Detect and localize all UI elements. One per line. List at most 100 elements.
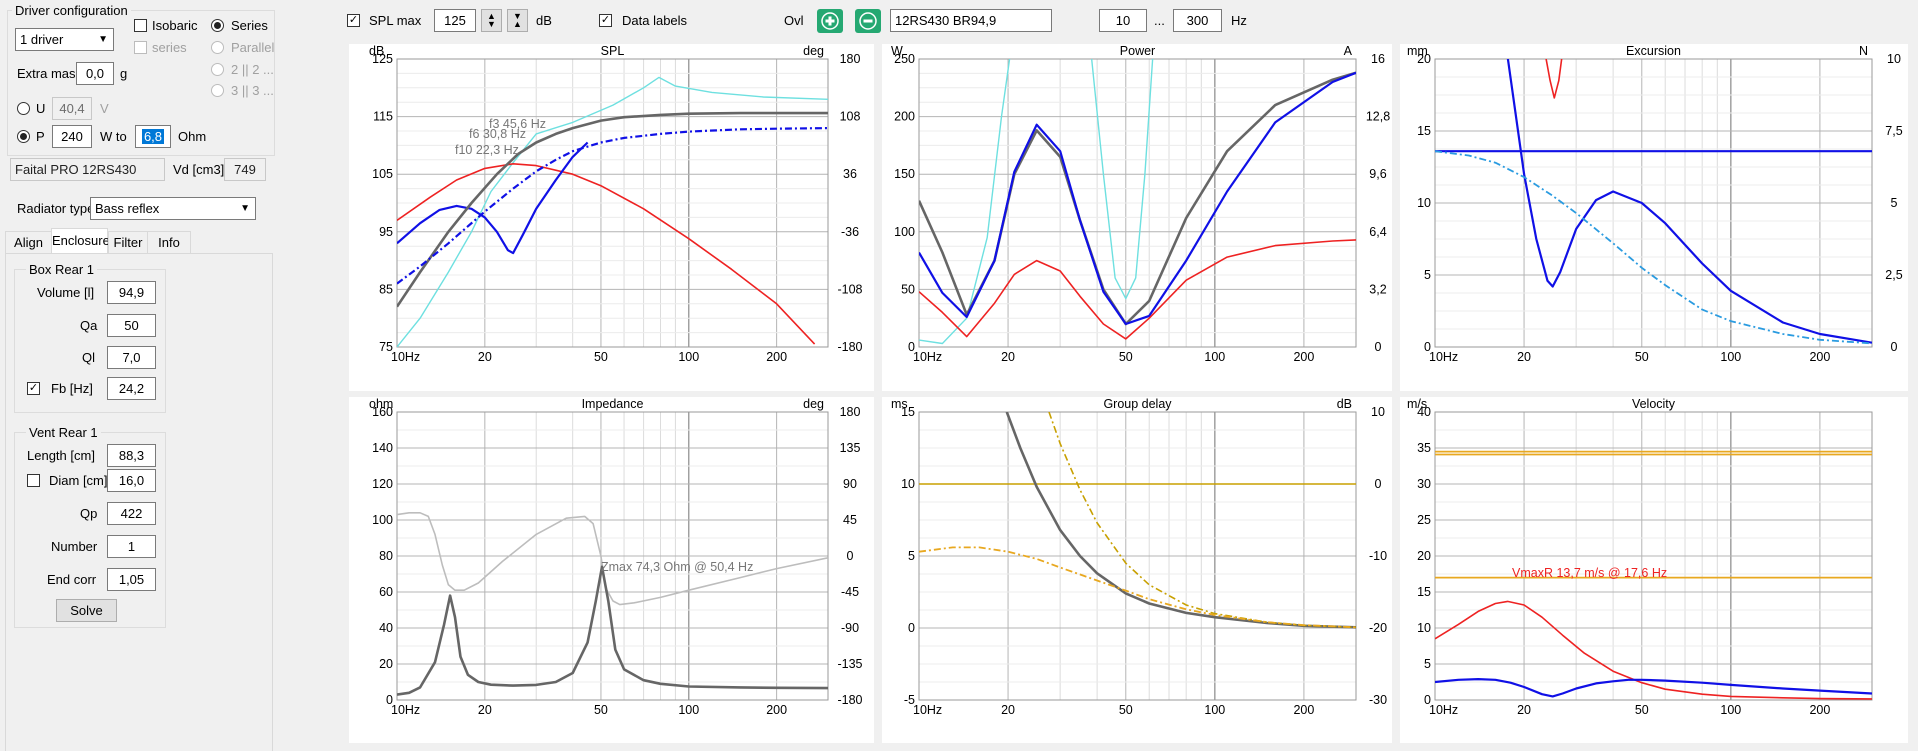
number-input[interactable]: 1 [107, 535, 156, 558]
y2-tick-label: -30 [1369, 693, 1387, 707]
length-input[interactable]: 88,3 [107, 444, 156, 467]
x-tick-label: 10Hz [391, 703, 420, 717]
y2-tick-label: 0 [1375, 340, 1382, 354]
x-tick-label: 50 [1635, 350, 1649, 364]
tab-filter[interactable]: Filter [108, 231, 148, 253]
spin-hourglass-button[interactable]: ▼ ▲ [507, 9, 528, 32]
y2-tick-label: 16 [1371, 52, 1385, 66]
end-corr-input[interactable]: 1,05 [107, 568, 156, 591]
u-input[interactable]: 40,4 [52, 97, 92, 120]
y-tick-label: 5 [908, 549, 915, 563]
series-radio[interactable] [211, 19, 224, 32]
y-tick-label: 200 [894, 110, 915, 124]
spin-up-down-button[interactable]: ▲ ▼ [481, 9, 502, 32]
diam-label: Diam [cm] [49, 473, 108, 488]
volume-input[interactable]: 94,9 [107, 281, 156, 304]
datalabels-checkbox[interactable]: ✓ [599, 14, 612, 27]
y-tick-label: 40 [379, 621, 393, 635]
chevron-down-icon: ▼ [98, 34, 108, 45]
splmax-checkbox[interactable]: ✓ [347, 14, 360, 27]
driver-config-title: Driver configuration [12, 3, 131, 18]
excursion-chart[interactable]: Excursion mm N 20 15 10 5 0 10 7,5 5 2,5 0 10Hz 20 50 10… [1400, 44, 1908, 391]
spin-down-icon: ▼ [487, 19, 496, 29]
p-input[interactable]: 240 [52, 125, 92, 148]
tab-align[interactable]: Align [5, 231, 52, 253]
vd-field: 749 [224, 158, 266, 181]
y2-tick-label: 9,6 [1369, 167, 1386, 181]
spl-series-1 [397, 163, 816, 345]
parallel-radio[interactable] [211, 41, 224, 54]
y-tick-label: 60 [379, 585, 393, 599]
radiator-type-select[interactable]: Bass reflex ▼ [90, 197, 256, 220]
y-tick-label: 40 [1417, 405, 1431, 419]
spin-hourglass-bottom-icon: ▲ [513, 19, 522, 29]
diam-checkbox[interactable] [27, 474, 40, 487]
freq-min-input[interactable]: 10 [1099, 9, 1147, 32]
opt-3p3-radio[interactable] [211, 84, 224, 97]
y2-tick-label: 90 [843, 477, 857, 491]
y-tick-label: 250 [894, 52, 915, 66]
fb-input[interactable]: 24,2 [107, 377, 156, 400]
p-radio[interactable] [17, 130, 30, 143]
ohm-input[interactable]: 6,8 [135, 125, 171, 148]
y-tick-label: 10 [901, 477, 915, 491]
x-tick-label: 20 [1517, 350, 1531, 364]
y2-tick-label: -180 [837, 693, 862, 707]
u-radio[interactable] [17, 102, 30, 115]
y2-tick-label: -180 [837, 340, 862, 354]
x-tick-label: 50 [1635, 703, 1649, 717]
y2-tick-label: -108 [837, 282, 862, 296]
remove-overlay-button[interactable] [855, 9, 881, 33]
driver-count-select[interactable]: 1 driver ▼ [15, 28, 114, 51]
overlay-name-input[interactable]: 12RS430 BR94,9 [890, 9, 1052, 32]
ql-input[interactable]: 7,0 [107, 346, 156, 369]
solve-button[interactable]: Solve [56, 599, 117, 622]
isobaric-checkbox[interactable] [134, 19, 147, 32]
qa-input[interactable]: 50 [107, 314, 156, 337]
diam-input[interactable]: 16,0 [107, 469, 156, 492]
impedance-series-1 [397, 565, 828, 696]
y-tick-label: 0 [908, 621, 915, 635]
splmax-label: SPL max [369, 13, 422, 28]
qp-input[interactable]: 422 [107, 502, 156, 525]
y-tick-label: 50 [901, 282, 915, 296]
impedance-title: Impedance [582, 397, 644, 411]
spl-chart[interactable]: SPL dB deg 125 115 105 95 85 75 180 108 36 -36 -108 -1… [349, 44, 874, 391]
u-label: U [36, 101, 46, 116]
series-checkbox[interactable] [134, 41, 147, 54]
x-tick-label: 50 [1119, 703, 1133, 717]
y2-tick-label: 108 [840, 110, 861, 124]
y2-tick-label: -90 [841, 621, 859, 635]
add-overlay-button[interactable] [817, 9, 843, 33]
group-delay-chart[interactable]: Group delay ms dB 15 10 5 0 -5 10 0 -10 -20 -30 10Hz 2… [882, 397, 1392, 743]
plus-icon [821, 12, 839, 30]
x-tick-label: 200 [1809, 703, 1830, 717]
extra-mass-input[interactable]: 0,0 [76, 62, 114, 85]
velocity-title: Velocity [1632, 397, 1676, 411]
fb-checkbox[interactable]: ✓ [27, 382, 40, 395]
velocity-chart[interactable]: Velocity m/s 40 35 30 25 20 15 10 5 0 10Hz 20 50 100 20… [1400, 397, 1908, 743]
number-label: Number [51, 539, 98, 554]
radiator-type-label: Radiator type [17, 201, 95, 216]
freq-max-input[interactable]: 300 [1173, 9, 1222, 32]
x-tick-label: 200 [766, 350, 787, 364]
splmax-input[interactable]: 125 [434, 9, 476, 32]
tab-info[interactable]: Info [147, 231, 191, 253]
x-tick-label: 200 [1293, 350, 1314, 364]
opt-2p2-radio[interactable] [211, 63, 224, 76]
y-tick-label: 20 [1417, 549, 1431, 563]
tab-enclosure[interactable]: Enclosure [51, 228, 110, 254]
power-series-3 [919, 71, 1356, 326]
ovl-label: Ovl [784, 13, 804, 28]
power-title: Power [1120, 44, 1155, 58]
end-corr-label: End corr [47, 572, 97, 587]
power-chart[interactable]: Power W A 250 200 150 100 50 0 16 12,8 9,6 6,4 3,2 0 10… [882, 44, 1392, 391]
x-tick-label: 10Hz [1429, 350, 1458, 364]
y2-tick-label: 36 [843, 167, 857, 181]
x-tick-label: 100 [1204, 350, 1225, 364]
impedance-chart[interactable]: Impedance ohm deg 160 140 120 100 80 60 40 20 0 180 1… [349, 397, 874, 743]
y2-tick-label: 180 [840, 405, 861, 419]
data-label-annotation: f10 22,3 Hz [455, 143, 519, 157]
excursion-svg: Excursionmm N20151050107,552,5010Hz 20 50 10… [1407, 44, 1903, 364]
vent-rear-title: Vent Rear 1 [26, 425, 101, 440]
